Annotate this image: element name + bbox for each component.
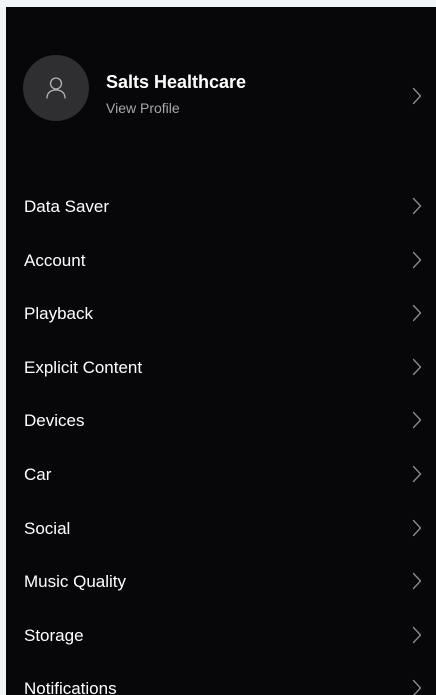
menu-item-label: Storage [24, 625, 84, 645]
chevron-right-icon [412, 626, 422, 643]
profile-name: Salts Healthcare [106, 72, 247, 92]
chevron-right-icon [412, 87, 422, 105]
settings-panel: Salts Healthcare View Profile Data Saver… [6, 7, 436, 695]
menu-item-account[interactable]: Account [6, 234, 436, 288]
menu-item-label: Devices [24, 411, 85, 431]
chevron-right-icon [412, 305, 422, 322]
menu-item-label: Playback [24, 304, 93, 324]
settings-menu: Data Saver Account Playback Explicit Con… [6, 180, 436, 695]
menu-item-explicit-content[interactable]: Explicit Content [6, 341, 436, 395]
menu-item-music-quality[interactable]: Music Quality [6, 555, 436, 609]
menu-item-playback[interactable]: Playback [6, 287, 436, 341]
menu-item-social[interactable]: Social [6, 502, 436, 556]
menu-item-label: Data Saver [24, 197, 110, 216]
profile-row[interactable]: Salts Healthcare View Profile [6, 55, 436, 121]
menu-item-storage[interactable]: Storage [6, 609, 436, 663]
menu-item-label: Car [24, 464, 52, 484]
avatar [23, 55, 89, 121]
chevron-right-icon [412, 197, 422, 215]
chevron-right-icon [412, 680, 422, 695]
menu-item-label: Social [24, 518, 71, 538]
menu-item-label: Notifications [24, 679, 117, 695]
chevron-right-icon [412, 519, 422, 536]
chevron-right-icon [412, 251, 422, 268]
menu-item-data-saver[interactable]: Data Saver [6, 180, 436, 234]
menu-item-label: Music Quality [24, 572, 127, 592]
menu-item-car[interactable]: Car [6, 448, 436, 502]
chevron-right-icon [412, 573, 422, 590]
chevron-right-icon [412, 465, 422, 483]
menu-item-devices[interactable]: Devices [6, 394, 436, 448]
chevron-right-icon [412, 412, 422, 429]
menu-item-label: Explicit Content [24, 357, 143, 377]
menu-item-label: Account [24, 250, 86, 270]
user-icon [46, 77, 66, 99]
menu-item-notifications[interactable]: Notifications [6, 662, 436, 695]
view-profile-link[interactable]: View Profile [106, 100, 180, 116]
chevron-right-icon [412, 358, 422, 375]
